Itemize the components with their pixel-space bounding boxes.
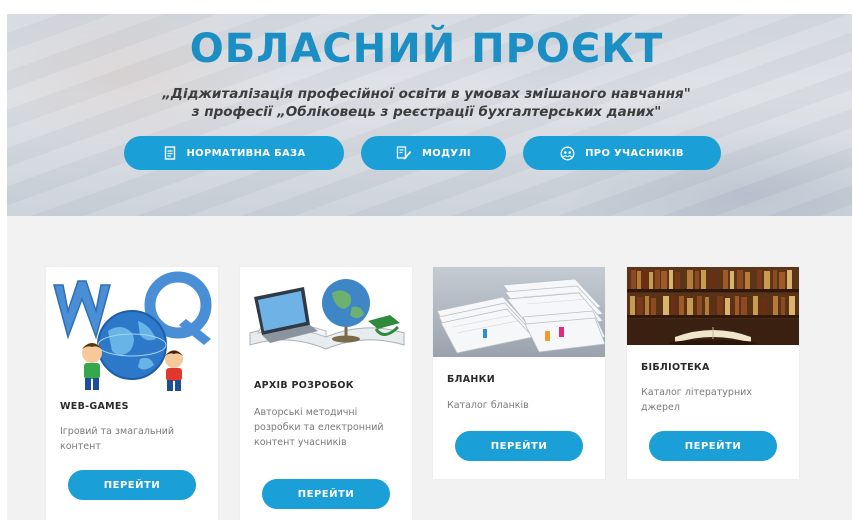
card-title-archive: АРХІВ РОЗРОБОК [254,380,354,391]
hero-subtitle-line1: „Діджиталізація професійної освіти в умо… [162,86,691,102]
laptop-globe-books-image [240,267,412,365]
card-description-library: Каталог літературних джерел [641,387,752,413]
card-title-web-games: WEB-GAMES [60,401,129,412]
hero-subtitle-line2: з професії „Обліковець з реєстрації бухг… [191,104,662,120]
participants-icon [560,146,575,161]
card-title-library: БІБЛІОТЕКА [641,362,710,373]
participants-label: ПРО УЧАСНИКІВ [585,147,684,159]
go-button-library[interactable]: ПЕРЕЙТИ [649,431,777,461]
card-description-archive: Авторські методичні розробки та електрон… [254,407,384,448]
regulatory-base-button[interactable]: НОРМАТИВНА БАЗА [124,136,344,170]
card-description-blanks: Каталог бланків [447,400,529,411]
modules-label: МОДУЛІ [422,147,471,159]
page-title: ОБЛАСНИЙ ПРОЄКТ [189,26,664,72]
wq-kids-globe-image [46,267,218,392]
go-button-web-games[interactable]: ПЕРЕЙТИ [68,470,196,500]
card-description-web-games: Ігровий та змагальний контент [60,426,175,452]
go-button-archive[interactable]: ПЕРЕЙТИ [262,479,390,509]
card-web-games: WEB-GAMES Ігровий та змагальний контент … [46,267,218,520]
card-library: БІБЛІОТЕКА Каталог літературних джерел П… [627,267,799,479]
go-button-blanks[interactable]: ПЕРЕЙТИ [455,431,583,461]
regulatory-base-label: НОРМАТИВНА БАЗА [186,147,306,159]
card-blanks: БЛАНКИ Каталог бланків ПЕРЕЙТИ [433,267,605,479]
edit-document-icon [396,146,412,160]
paper-stacks-image [433,267,605,357]
participants-button[interactable]: ПРО УЧАСНИКІВ [523,136,721,170]
document-icon [163,146,177,160]
modules-button[interactable]: МОДУЛІ [361,136,506,170]
library-shelves-image [627,267,799,345]
card-title-blanks: БЛАНКИ [447,374,495,385]
card-archive: АРХІВ РОЗРОБОК Авторські методичні розро… [240,267,412,520]
